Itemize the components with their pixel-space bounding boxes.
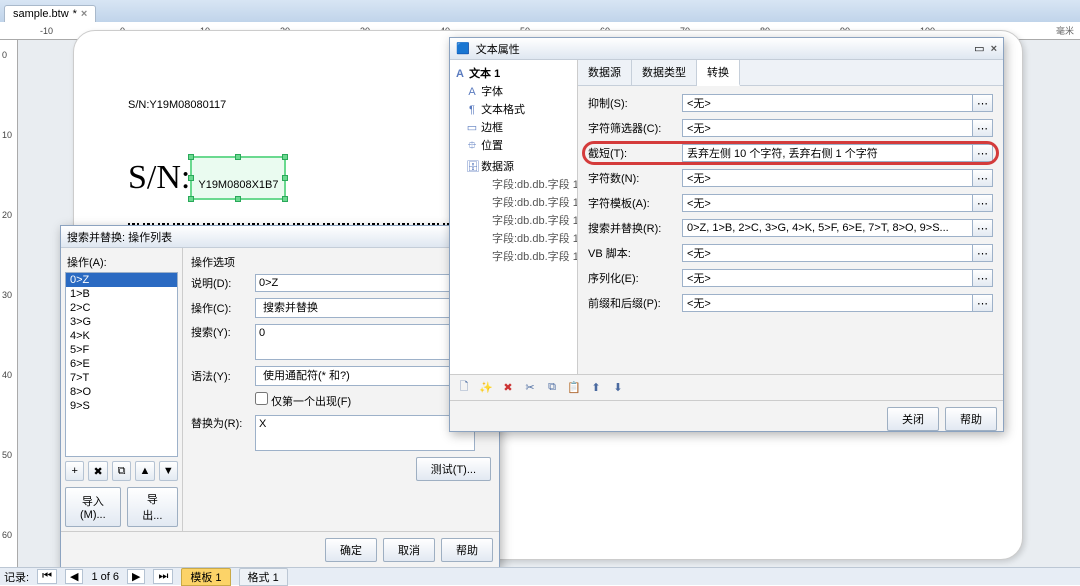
nav-first-icon[interactable]: ⏮ bbox=[37, 569, 57, 584]
record-label: 记录: bbox=[4, 569, 29, 585]
list-item[interactable]: 4>K bbox=[66, 329, 177, 343]
close-button[interactable]: 关闭 bbox=[887, 407, 939, 431]
move-down-button[interactable]: ▼ bbox=[159, 461, 178, 481]
move-up-button[interactable]: ▲ bbox=[135, 461, 154, 481]
nav-last-icon[interactable]: ⏭ bbox=[153, 569, 173, 584]
test-button[interactable]: 测试(T)... bbox=[416, 457, 491, 481]
delete-icon[interactable]: ✖ bbox=[500, 380, 516, 396]
property-toolbar: 🗋 ✨ ✖ ✂ ⧉ 📋 ⬆ ⬇ bbox=[450, 374, 1003, 400]
dialog-title: 文本属性 bbox=[476, 41, 520, 57]
find-replace-dialog: 搜索并替换: 操作列表 📌 × 操作(A): 0>Z 1>B 2>C 3>G 4… bbox=[60, 225, 500, 569]
picker-icon[interactable]: ⋯ bbox=[973, 144, 993, 162]
list-item[interactable]: 2>C bbox=[66, 301, 177, 315]
charcount-field[interactable] bbox=[682, 169, 973, 187]
picker-icon[interactable]: ⋯ bbox=[973, 244, 993, 262]
dialog-title: 搜索并替换: 操作列表 bbox=[67, 229, 172, 245]
vertical-ruler: 0 10 20 30 40 50 60 bbox=[0, 40, 18, 567]
status-bar: 记录: ⏮ ◀ 1 of 6 ▶ ⏭ 模板 1 格式 1 bbox=[0, 567, 1080, 585]
picker-icon[interactable]: ⋯ bbox=[973, 294, 993, 312]
close-icon[interactable]: × bbox=[991, 43, 997, 55]
close-icon[interactable]: × bbox=[81, 8, 87, 20]
filter-field[interactable] bbox=[682, 119, 973, 137]
copy-icon[interactable]: ⧉ bbox=[544, 380, 560, 396]
list-item[interactable]: 3>G bbox=[66, 315, 177, 329]
copy-button[interactable]: ⧉ bbox=[112, 461, 131, 481]
paste-icon[interactable]: 📋 bbox=[566, 380, 582, 396]
ok-button[interactable]: 确定 bbox=[325, 538, 377, 562]
list-item[interactable]: 5>F bbox=[66, 343, 177, 357]
property-tree[interactable]: A 文本 1 A 字体 ¶ 文本格式 ▭ 边框 ⯐ 位置 🗄 数据源 字段:db… bbox=[450, 60, 578, 374]
tab-datasource[interactable]: 数据源 bbox=[578, 60, 632, 85]
list-item[interactable]: 6>E bbox=[66, 357, 177, 371]
prefix-suffix-field[interactable] bbox=[682, 294, 973, 312]
text-properties-dialog: 🟦 文本属性 ▭ × A 文本 1 A 字体 ¶ 文本格式 ▭ 边框 ⯐ 位置 … bbox=[449, 37, 1004, 432]
list-item[interactable]: 1>B bbox=[66, 287, 177, 301]
truncate-field[interactable] bbox=[682, 144, 973, 162]
format-tab[interactable]: 格式 1 bbox=[239, 568, 288, 586]
down-icon[interactable]: ⬇ bbox=[610, 380, 626, 396]
document-tab[interactable]: sample.btw * × bbox=[4, 5, 96, 22]
tab-datatype[interactable]: 数据类型 bbox=[632, 60, 697, 85]
add-button[interactable]: + bbox=[65, 461, 84, 481]
search-input[interactable]: 0 bbox=[255, 324, 475, 360]
selected-text-object[interactable]: Y19M0808X1B7 bbox=[190, 156, 286, 200]
template-field[interactable] bbox=[682, 194, 973, 212]
list-item[interactable]: 7>T bbox=[66, 371, 177, 385]
replace-input[interactable]: X bbox=[255, 415, 475, 451]
ruler-unit: 毫米 bbox=[1056, 24, 1074, 37]
tree-root: A 文本 1 bbox=[452, 64, 575, 82]
property-tabs: 数据源 数据类型 转换 bbox=[578, 60, 1003, 86]
import-button[interactable]: 导入(M)... bbox=[65, 487, 121, 527]
export-button[interactable]: 导出... bbox=[127, 487, 178, 527]
suppress-field[interactable] bbox=[682, 94, 973, 112]
picker-icon[interactable]: ⋯ bbox=[973, 219, 993, 237]
picker-icon[interactable]: ⋯ bbox=[973, 194, 993, 212]
options-heading: 操作选项 bbox=[191, 254, 491, 270]
file-name: sample.btw bbox=[13, 8, 69, 20]
help-button[interactable]: 帮助 bbox=[945, 407, 997, 431]
serial-text-2[interactable]: S/N:Y19M0808X1B7 bbox=[128, 156, 286, 200]
dialog-title-bar[interactable]: 🟦 文本属性 ▭ × bbox=[450, 38, 1003, 60]
document-tab-bar: sample.btw * × bbox=[0, 0, 1080, 22]
picker-icon[interactable]: ⋯ bbox=[973, 269, 993, 287]
picker-icon[interactable]: ⋯ bbox=[973, 94, 993, 112]
first-only-checkbox[interactable] bbox=[255, 392, 268, 405]
help-button[interactable]: 帮助 bbox=[441, 538, 493, 562]
new-icon[interactable]: 🗋 bbox=[456, 380, 472, 396]
nav-next-icon[interactable]: ▶ bbox=[127, 569, 145, 584]
list-item[interactable]: 0>Z bbox=[66, 273, 177, 287]
maximize-icon[interactable]: ▭ bbox=[974, 42, 984, 55]
wizard-icon[interactable]: ✨ bbox=[478, 380, 494, 396]
picker-icon[interactable]: ⋯ bbox=[973, 119, 993, 137]
cancel-button[interactable]: 取消 bbox=[383, 538, 435, 562]
picker-icon[interactable]: ⋯ bbox=[973, 169, 993, 187]
list-item[interactable]: 9>S bbox=[66, 399, 177, 413]
app-icon: 🟦 bbox=[456, 42, 470, 55]
search-replace-field[interactable] bbox=[682, 219, 973, 237]
nav-prev-icon[interactable]: ◀ bbox=[65, 569, 83, 584]
list-item[interactable]: 8>O bbox=[66, 385, 177, 399]
serial-text-1[interactable]: S/N:Y19M08080117 bbox=[128, 79, 226, 117]
tab-transforms[interactable]: 转换 bbox=[697, 60, 740, 86]
operations-label: 操作(A): bbox=[67, 254, 178, 270]
operations-list[interactable]: 0>Z 1>B 2>C 3>G 4>K 5>F 6>E 7>T 8>O 9>S bbox=[65, 272, 178, 457]
dirty-flag: * bbox=[73, 8, 77, 20]
cut-icon[interactable]: ✂ bbox=[522, 380, 538, 396]
vbscript-field[interactable] bbox=[682, 244, 973, 262]
template-tab[interactable]: 模板 1 bbox=[181, 568, 230, 586]
dialog-title-bar[interactable]: 搜索并替换: 操作列表 📌 × bbox=[61, 226, 499, 248]
remove-button[interactable]: ✖ bbox=[88, 461, 107, 481]
up-icon[interactable]: ⬆ bbox=[588, 380, 604, 396]
serialize-field[interactable] bbox=[682, 269, 973, 287]
record-position: 1 of 6 bbox=[91, 571, 119, 583]
